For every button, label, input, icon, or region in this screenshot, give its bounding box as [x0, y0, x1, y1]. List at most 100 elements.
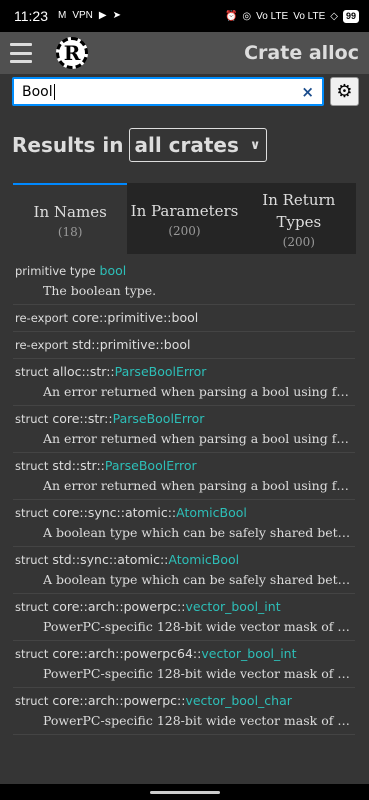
result-desc: PowerPC-specific 128-bit wide vector mas…	[43, 666, 353, 681]
result-item[interactable]: struct std::sync::atomic::AtomicBool A b…	[13, 547, 355, 594]
result-prefix: core::arch::powerpc::	[52, 599, 186, 614]
result-path: re-export std::primitive::bool	[15, 337, 353, 352]
menu-icon[interactable]	[10, 43, 32, 63]
gear-icon: ⚙	[336, 81, 353, 102]
result-path: struct std::sync::atomic::AtomicBool	[15, 552, 353, 567]
result-item[interactable]: struct core::str::ParseBoolError An erro…	[13, 406, 355, 453]
hotspot-icon: ◎	[242, 10, 252, 22]
result-prefix: std::primitive::bool	[71, 337, 191, 352]
status-bar: 11:23 M VPN ▶ ➤ ⏰ ◎ Vo LTE Vo LTE ◇ 99	[0, 0, 369, 32]
text-caret	[53, 83, 55, 100]
result-kind: struct	[15, 506, 49, 520]
result-item[interactable]: struct core::arch::powerpc64::vector_boo…	[13, 641, 355, 688]
tab-in-parameters[interactable]: In Parameters (200)	[127, 183, 242, 254]
result-prefix: core::arch::powerpc::	[52, 693, 186, 708]
rust-logo-icon[interactable]: R	[56, 37, 88, 69]
alarm-icon: ⏰	[224, 10, 238, 22]
result-item[interactable]: re-export core::primitive::bool	[13, 305, 355, 332]
mail-icon: M	[58, 10, 67, 21]
result-kind: struct	[15, 365, 49, 379]
result-kind: struct	[15, 553, 49, 567]
vpn-icon: VPN	[72, 10, 93, 21]
result-prefix: core::primitive::bool	[71, 310, 199, 325]
result-name[interactable]: AtomicBool	[168, 552, 239, 567]
result-kind: re-export	[15, 338, 68, 352]
result-name[interactable]: vector_bool_int	[201, 646, 296, 661]
results-label: Results in	[12, 133, 124, 157]
result-item[interactable]: re-export std::primitive::bool	[13, 332, 355, 359]
result-desc: An error returned when parsing a bool us…	[43, 384, 349, 399]
tab-count: (200)	[282, 234, 315, 249]
result-path: struct core::arch::powerpc::vector_bool_…	[15, 693, 353, 708]
result-name[interactable]: vector_bool_char	[185, 693, 291, 708]
signal-icon: Vo LTE	[256, 10, 289, 22]
top-bar: R Crate alloc	[0, 32, 369, 74]
result-kind: struct	[15, 459, 49, 473]
result-item[interactable]: struct std::str::ParseBoolError An error…	[13, 453, 355, 500]
result-item[interactable]: primitive type bool The boolean type.	[13, 258, 355, 305]
search-row: Bool × ⚙	[12, 77, 359, 107]
crate-select[interactable]: all crates ∨	[129, 128, 268, 162]
result-kind: primitive type	[15, 264, 96, 278]
signal2-icon: Vo LTE	[293, 10, 326, 22]
result-kind: struct	[15, 600, 49, 614]
settings-button[interactable]: ⚙	[330, 77, 359, 106]
result-name[interactable]: AtomicBool	[176, 505, 247, 520]
tab-in-return-types[interactable]: In Return Types (200)	[241, 183, 356, 254]
result-desc: An error returned when parsing a bool us…	[43, 478, 349, 493]
search-input[interactable]: Bool ×	[12, 77, 324, 106]
result-item[interactable]: struct core::arch::powerpc::vector_bool_…	[13, 688, 355, 735]
tab-title: In Parameters	[130, 201, 239, 220]
result-name[interactable]: bool	[100, 263, 127, 278]
results-list: primitive type bool The boolean type. re…	[13, 258, 355, 735]
search-value: Bool	[22, 83, 53, 100]
chevron-down-icon: ∨	[249, 137, 261, 153]
result-prefix: core::str::	[52, 411, 113, 426]
result-path: struct core::arch::powerpc64::vector_boo…	[15, 646, 353, 661]
result-path: struct core::sync::atomic::AtomicBool	[15, 505, 353, 520]
system-nav-bar	[0, 784, 369, 800]
tab-title: In Return Types	[262, 190, 336, 231]
result-prefix: core::sync::atomic::	[52, 505, 177, 520]
result-kind: struct	[15, 647, 49, 661]
result-path: struct std::str::ParseBoolError	[15, 458, 353, 473]
result-tabs: In Names (18) In Parameters (200) In Ret…	[13, 183, 356, 254]
result-path: primitive type bool	[15, 263, 353, 278]
result-desc: A boolean type which can be safely share…	[43, 572, 353, 587]
result-item[interactable]: struct core::arch::powerpc::vector_bool_…	[13, 594, 355, 641]
status-time: 11:23	[14, 8, 48, 24]
tab-count: (18)	[57, 224, 83, 239]
tab-in-names[interactable]: In Names (18)	[13, 183, 128, 254]
result-item[interactable]: struct core::sync::atomic::AtomicBool A …	[13, 500, 355, 547]
clear-icon[interactable]: ×	[301, 83, 314, 101]
status-left: 11:23 M VPN ▶ ➤	[14, 8, 121, 24]
page-title: Crate alloc	[244, 42, 359, 64]
result-desc: PowerPC-specific 128-bit wide vector mas…	[43, 713, 353, 728]
result-name[interactable]: ParseBoolError	[105, 458, 197, 473]
youtube-icon: ▶	[98, 10, 107, 21]
tab-title: In Names	[33, 202, 107, 221]
battery-icon: 99	[342, 9, 359, 23]
crate-select-value: all crates	[134, 133, 239, 157]
result-kind: struct	[15, 694, 49, 708]
results-heading: Results in all crates ∨	[12, 128, 268, 162]
result-item[interactable]: struct alloc::str::ParseBoolError An err…	[13, 359, 355, 406]
home-gesture-pill[interactable]	[150, 791, 220, 794]
telegram-icon: ➤	[112, 10, 121, 21]
result-prefix: alloc::str::	[52, 364, 115, 379]
result-name[interactable]: vector_bool_int	[185, 599, 280, 614]
result-name[interactable]: ParseBoolError	[113, 411, 205, 426]
result-prefix: std::sync::atomic::	[52, 552, 169, 567]
result-path: struct alloc::str::ParseBoolError	[15, 364, 353, 379]
result-desc: PowerPC-specific 128-bit wide vector mas…	[43, 619, 353, 634]
tab-count: (200)	[168, 223, 201, 238]
wifi-icon: ◇	[330, 10, 338, 22]
result-desc: An error returned when parsing a bool us…	[43, 431, 349, 446]
result-name[interactable]: ParseBoolError	[115, 364, 207, 379]
result-path: re-export core::primitive::bool	[15, 310, 353, 325]
result-prefix: std::str::	[52, 458, 105, 473]
result-prefix: core::arch::powerpc64::	[52, 646, 202, 661]
result-path: struct core::str::ParseBoolError	[15, 411, 353, 426]
result-path: struct core::arch::powerpc::vector_bool_…	[15, 599, 353, 614]
result-desc: A boolean type which can be safely share…	[43, 525, 353, 540]
